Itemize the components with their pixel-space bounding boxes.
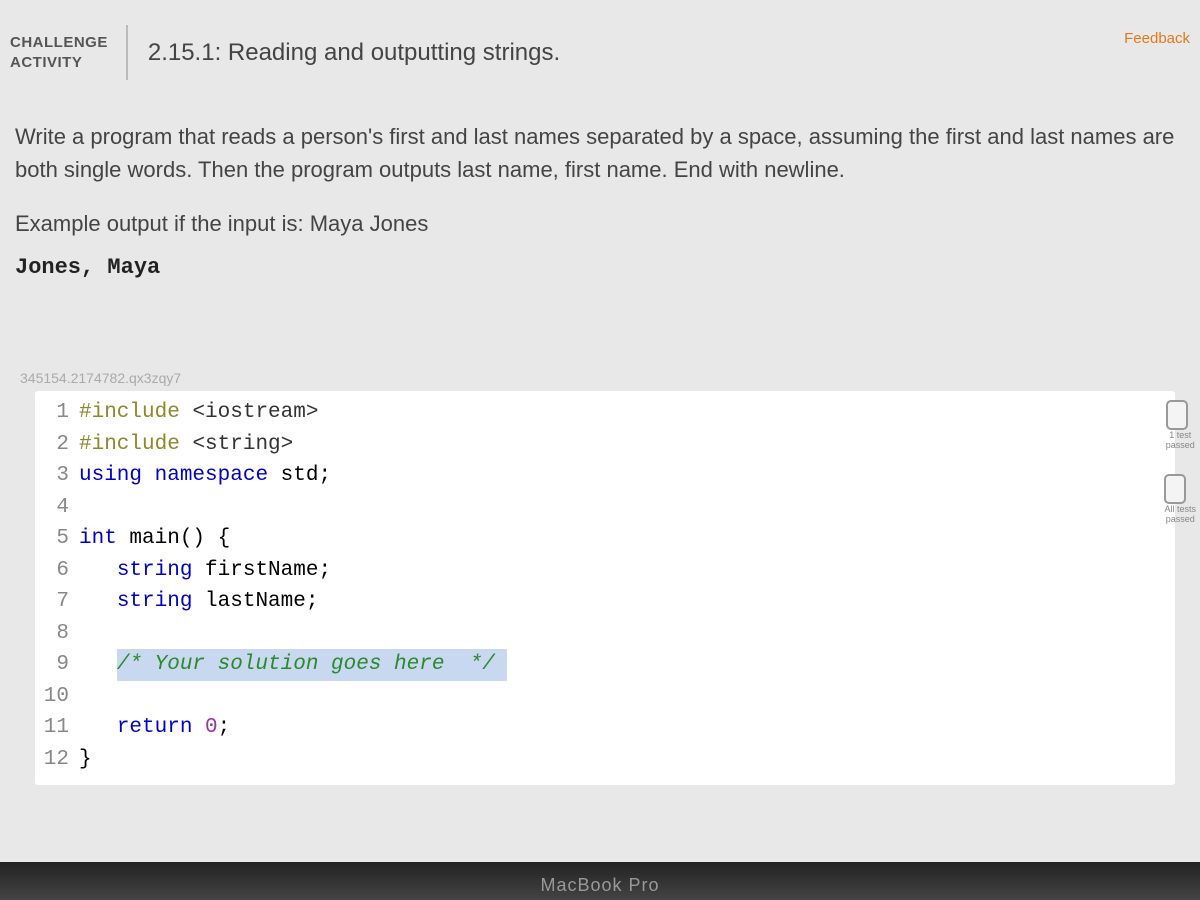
line-number: 6	[35, 555, 79, 587]
line-content[interactable]: return 0;	[79, 712, 1175, 744]
watermark-id: 345154.2174782.qx3zqy7	[15, 370, 1185, 386]
line-content[interactable]: #include <string>	[79, 429, 1175, 461]
line-number: 10	[35, 681, 79, 713]
line-content[interactable]: #include <iostream>	[79, 397, 1175, 429]
challenge-label-line1: CHALLENGE	[10, 33, 108, 53]
line-number: 8	[35, 618, 79, 650]
all-tests-label: All testspassed	[1164, 504, 1196, 524]
code-line[interactable]: 11 return 0;	[35, 712, 1175, 744]
activity-header: CHALLENGE ACTIVITY 2.15.1: Reading and o…	[0, 0, 1200, 95]
code-line[interactable]: 9 /* Your solution goes here */	[35, 649, 1175, 681]
example-label: Example output if the input is: Maya Jon…	[15, 211, 1185, 237]
line-content[interactable]	[79, 618, 1175, 650]
line-content[interactable]: int main() {	[79, 523, 1175, 555]
code-line[interactable]: 8	[35, 618, 1175, 650]
line-number: 9	[35, 649, 79, 681]
line-content[interactable]: using namespace std;	[79, 460, 1175, 492]
line-number: 3	[35, 460, 79, 492]
line-number: 11	[35, 712, 79, 744]
macbook-label: MacBook Pro	[540, 875, 659, 896]
code-editor[interactable]: 1#include <iostream>2#include <string>3u…	[35, 391, 1175, 785]
side-status-badges: 1 testpassed All testspassed	[1164, 400, 1196, 530]
line-number: 12	[35, 744, 79, 776]
code-line[interactable]: 5int main() {	[35, 523, 1175, 555]
instructions-text: Write a program that reads a person's fi…	[15, 120, 1185, 186]
line-content[interactable]	[79, 681, 1175, 713]
line-number: 2	[35, 429, 79, 461]
line-number: 5	[35, 523, 79, 555]
code-line[interactable]: 7 string lastName;	[35, 586, 1175, 618]
line-number: 7	[35, 586, 79, 618]
line-number: 4	[35, 492, 79, 524]
code-line[interactable]: 1#include <iostream>	[35, 397, 1175, 429]
activity-content: Write a program that reads a person's fi…	[0, 95, 1200, 795]
feedback-link[interactable]: Feedback	[1124, 30, 1190, 47]
code-line[interactable]: 4	[35, 492, 1175, 524]
line-content[interactable]: string lastName;	[79, 586, 1175, 618]
all-tests-icon	[1164, 474, 1186, 504]
line-content[interactable]: string firstName;	[79, 555, 1175, 587]
test-status-icon	[1166, 400, 1188, 430]
test-badge-label: 1 testpassed	[1166, 430, 1195, 450]
line-number: 1	[35, 397, 79, 429]
code-line[interactable]: 12}	[35, 744, 1175, 776]
code-line[interactable]: 3using namespace std;	[35, 460, 1175, 492]
line-content[interactable]: }	[79, 744, 1175, 776]
code-line[interactable]: 2#include <string>	[35, 429, 1175, 461]
code-line[interactable]: 6 string firstName;	[35, 555, 1175, 587]
line-content[interactable]	[79, 492, 1175, 524]
challenge-label-line2: ACTIVITY	[10, 53, 108, 73]
line-content[interactable]: /* Your solution goes here */	[79, 649, 1175, 681]
code-line[interactable]: 10	[35, 681, 1175, 713]
activity-title: 2.15.1: Reading and outputting strings.	[128, 25, 580, 80]
example-output: Jones, Maya	[15, 255, 1185, 280]
challenge-badge: CHALLENGE ACTIVITY	[10, 25, 128, 80]
